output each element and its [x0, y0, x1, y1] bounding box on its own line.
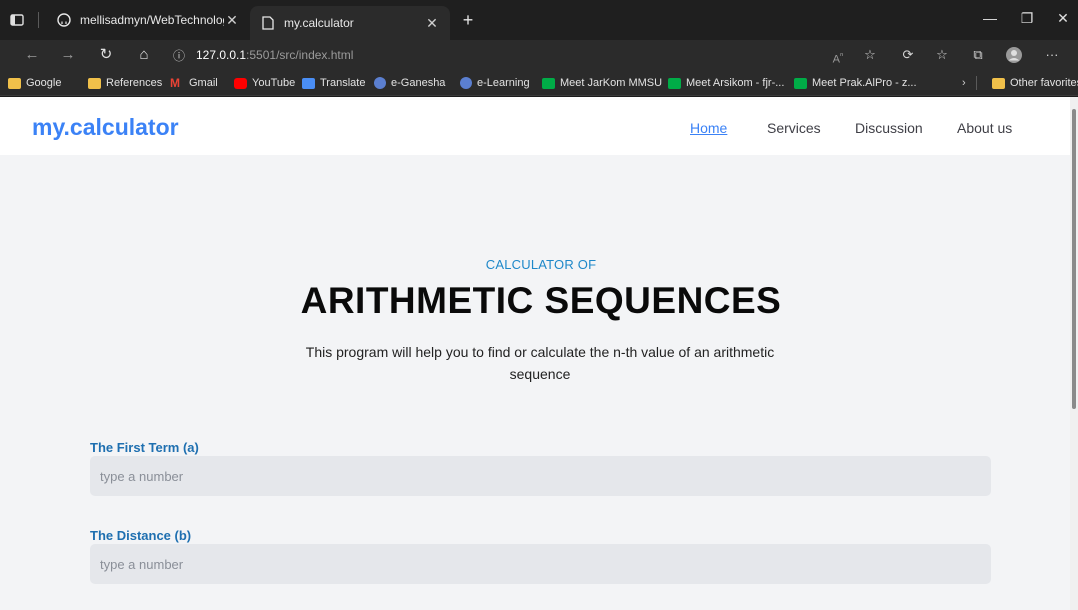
profile-icon[interactable] [1002, 44, 1026, 66]
tab-label: mellisadmyn/WebTechnology: W [80, 13, 224, 27]
chevron-right-icon[interactable]: › [962, 75, 966, 91]
tab-actions-icon[interactable] [10, 10, 30, 30]
bookmark-google[interactable]: Google [8, 75, 61, 91]
more-icon[interactable]: ··· [1040, 44, 1064, 66]
bookmark-other-favorites[interactable]: Other favorites [992, 75, 1078, 91]
close-window-icon[interactable]: ✕ [1048, 10, 1078, 30]
tab-calculator[interactable]: my.calculator ✕ [250, 6, 450, 40]
bookmark-gmail[interactable]: M Gmail [170, 75, 218, 91]
bookmark-elearning[interactable]: e-Learning [460, 75, 530, 91]
home-icon[interactable]: ⌂ [132, 44, 156, 66]
bookmark-label: Other favorites [1010, 77, 1078, 89]
forward-icon[interactable]: → [56, 44, 80, 66]
extensions-icon[interactable]: ⟳ [896, 44, 920, 66]
nav-about-us[interactable]: About us [957, 120, 1012, 136]
bookmark-meet-prak[interactable]: Meet Prak.AlPro - z... [794, 75, 917, 91]
bookmark-label: Translate [320, 77, 366, 89]
meet-icon [542, 77, 555, 89]
info-icon[interactable]: ⓘ [170, 47, 188, 64]
tab-separator [38, 12, 39, 28]
refresh-icon[interactable]: ↻ [94, 44, 118, 66]
nav-home[interactable]: Home [690, 120, 727, 136]
folder-icon [992, 77, 1005, 89]
scrollbar-thumb[interactable] [1072, 109, 1076, 409]
bookmark-label: References [106, 77, 163, 89]
page-title: ARITHMETIC SEQUENCES [300, 280, 782, 321]
bookmark-eganesha[interactable]: e-Ganesha [374, 75, 445, 91]
nav-services[interactable]: Services [767, 120, 821, 136]
bookmark-youtube[interactable]: YouTube [234, 75, 295, 91]
url-host: 127.0.0.1 [196, 48, 247, 62]
undiksha-icon [460, 77, 472, 89]
page-scrollbar[interactable] [1070, 97, 1078, 610]
bookmark-label: Meet JarKom MMSU [560, 77, 663, 89]
collections-icon[interactable]: ⧉ [966, 44, 990, 66]
bookmark-label: Meet Prak.AlPro - z... [812, 77, 917, 89]
back-icon[interactable]: ← [20, 44, 44, 66]
tab-label: my.calculator [284, 16, 354, 30]
first-term-label: The First Term (a) [90, 440, 199, 455]
bookmark-label: e-Learning [477, 77, 530, 89]
address-bar: ← → ↻ ⌂ ⓘ 127.0.0.1:5501/src/index.html … [0, 40, 1078, 70]
tab-bar: mellisadmyn/WebTechnology: W ✕ my.calcul… [0, 0, 1078, 40]
bookmark-label: Gmail [189, 77, 218, 89]
close-icon[interactable]: ✕ [424, 15, 440, 32]
minimize-icon[interactable]: — [975, 10, 1005, 30]
site-logo[interactable]: my.calculator [32, 114, 179, 141]
close-icon[interactable]: ✕ [224, 12, 240, 29]
undiksha-icon [374, 77, 386, 89]
browser-window: mellisadmyn/WebTechnology: W ✕ my.calcul… [0, 0, 1078, 610]
bookmark-label: Meet Arsikom - fjr-... [686, 77, 785, 89]
bookmark-label: Google [26, 77, 62, 89]
favorites-icon[interactable]: ☆ [930, 44, 954, 66]
read-aloud-icon[interactable]: Aⁿ [826, 44, 850, 66]
bookmark-translate[interactable]: Translate [302, 75, 365, 91]
url-field[interactable]: ⓘ 127.0.0.1:5501/src/index.html [170, 43, 820, 67]
translate-icon [302, 77, 315, 89]
url-path: :5501/src/index.html [246, 48, 354, 62]
nav-discussion[interactable]: Discussion [855, 120, 923, 136]
restore-icon[interactable]: ❐ [1012, 10, 1042, 30]
hero-description: This program will help you to find or ca… [305, 344, 775, 382]
bookmark-meet-arsikom[interactable]: Meet Arsikom - fjr-... [668, 75, 784, 91]
distance-label: The Distance (b) [90, 528, 192, 543]
bookmark-label: e-Ganesha [391, 77, 446, 89]
meet-icon [794, 77, 807, 89]
web-page: my.calculator Home Services Discussion A… [0, 97, 1070, 610]
bookmark-references[interactable]: References [88, 75, 162, 91]
hero-kicker: CALCULATOR OF [485, 257, 597, 272]
gmail-icon: M [170, 75, 180, 90]
new-tab-icon[interactable]: + [456, 8, 480, 32]
favorite-icon[interactable]: ☆ [858, 44, 882, 66]
youtube-icon [234, 77, 247, 89]
tab-github[interactable]: mellisadmyn/WebTechnology: W ✕ [46, 6, 250, 34]
bookmarks-bar: Google References M Gmail YouTube Transla… [0, 70, 1078, 96]
site-navbar: my.calculator Home Services Discussion A… [0, 97, 1070, 155]
page-icon [260, 16, 276, 30]
first-term-input[interactable] [90, 456, 991, 496]
github-icon [56, 13, 72, 27]
distance-input[interactable] [90, 544, 991, 584]
bookmark-meet-jarkom[interactable]: Meet JarKom MMSU [542, 75, 662, 91]
folder-icon [8, 77, 21, 89]
folder-icon [88, 77, 101, 89]
bookmark-separator [976, 76, 977, 90]
bookmark-label: YouTube [252, 77, 296, 89]
meet-icon [668, 77, 681, 89]
